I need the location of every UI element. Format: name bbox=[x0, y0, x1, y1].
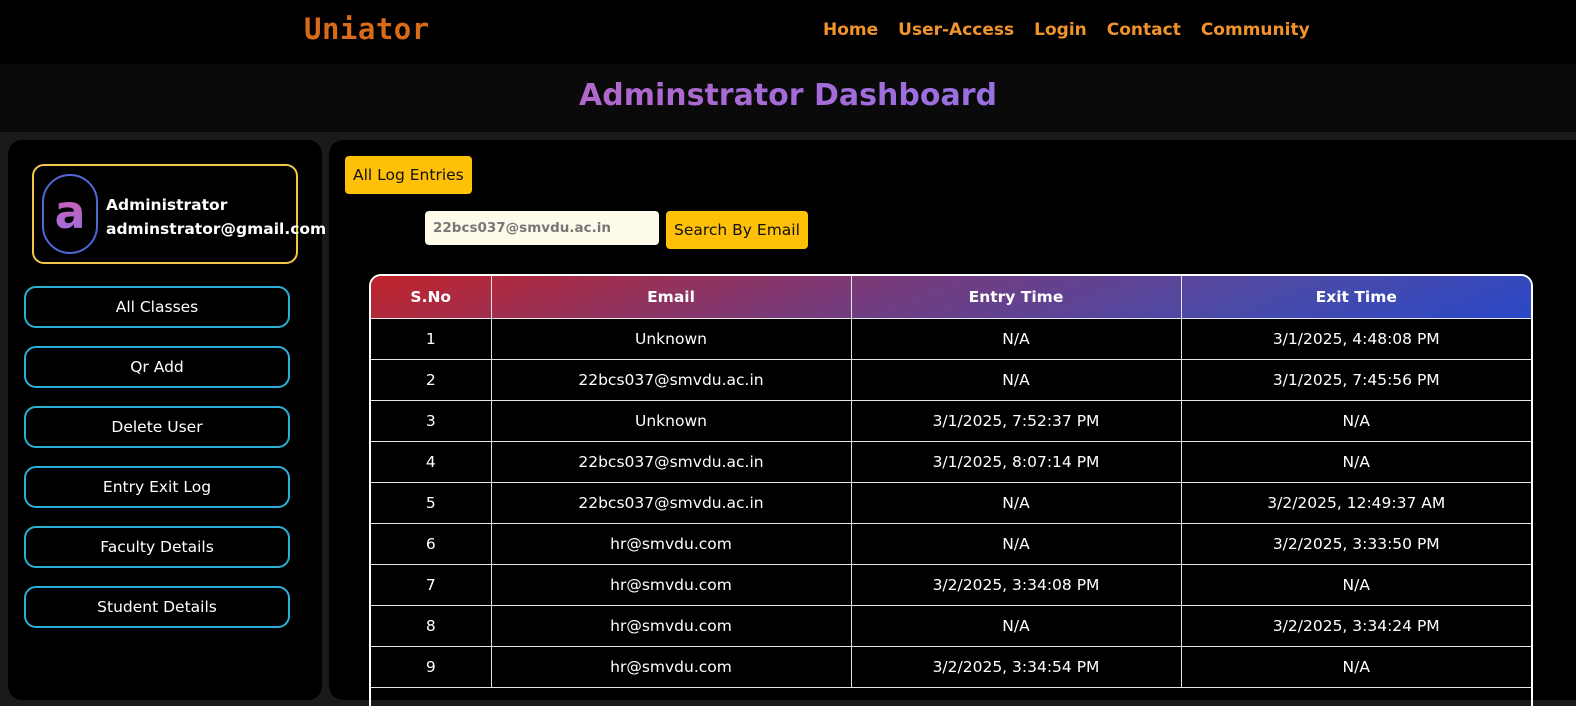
table-header-row: S.No Email Entry Time Exit Time bbox=[371, 276, 1531, 319]
profile-name: Administrator bbox=[106, 196, 228, 214]
cell-sno: 7 bbox=[371, 564, 492, 606]
cell-entry-time: N/A bbox=[851, 605, 1182, 647]
faculty-details-button[interactable]: Faculty Details bbox=[24, 526, 290, 568]
log-table: S.No Email Entry Time Exit Time 1 Unknown… bbox=[371, 276, 1531, 688]
table-row: 2 22bcs037@smvdu.ac.in N/A 3/1/2025, 7:45:5… bbox=[371, 359, 1531, 401]
all-log-entries-button[interactable]: All Log Entries bbox=[345, 156, 472, 194]
cell-exit-time: 3/1/2025, 7:45:56 PM bbox=[1181, 359, 1531, 401]
cell-sno: 3 bbox=[371, 400, 492, 442]
all-classes-button[interactable]: All Classes bbox=[24, 286, 290, 328]
table-row: 1 Unknown N/A 3/1/2025, 4:48:08 PM bbox=[371, 318, 1531, 360]
column-header-entry-time: Entry Time bbox=[851, 276, 1182, 319]
nav-link-community[interactable]: Community bbox=[1201, 20, 1310, 40]
cell-entry-time: N/A bbox=[851, 359, 1182, 401]
cell-exit-time: N/A bbox=[1181, 646, 1531, 688]
column-header-sno: S.No bbox=[371, 276, 492, 319]
cell-entry-time: N/A bbox=[851, 318, 1182, 360]
cell-entry-time: N/A bbox=[851, 482, 1182, 524]
column-header-exit-time: Exit Time bbox=[1181, 276, 1531, 319]
cell-sno: 5 bbox=[371, 482, 492, 524]
avatar: a bbox=[42, 174, 98, 254]
cell-entry-time: N/A bbox=[851, 523, 1182, 565]
cell-email: Unknown bbox=[491, 400, 852, 442]
profile-card: a Administrator adminstrator@gmail.com bbox=[32, 164, 326, 264]
cell-sno: 2 bbox=[371, 359, 492, 401]
cell-sno: 1 bbox=[371, 318, 492, 360]
cell-exit-time: 3/2/2025, 3:34:24 PM bbox=[1181, 605, 1531, 647]
brand-logo[interactable]: Uniator bbox=[304, 12, 430, 46]
cell-entry-time: 3/1/2025, 7:52:37 PM bbox=[851, 400, 1182, 442]
table-row: 4 22bcs037@smvdu.ac.in 3/1/2025, 8:07:14 P… bbox=[371, 441, 1531, 483]
cell-email: hr@smvdu.com bbox=[491, 564, 852, 606]
profile-email: adminstrator@gmail.com bbox=[106, 220, 327, 238]
cell-sno: 9 bbox=[371, 646, 492, 688]
title-bar: Adminstrator Dashboard bbox=[0, 64, 1576, 132]
cell-exit-time: 3/2/2025, 12:49:37 AM bbox=[1181, 482, 1531, 524]
cell-sno: 4 bbox=[371, 441, 492, 483]
log-table-container: S.No Email Entry Time Exit Time 1 Unknown… bbox=[369, 274, 1533, 706]
cell-exit-time: N/A bbox=[1181, 400, 1531, 442]
cell-email: 22bcs037@smvdu.ac.in bbox=[491, 359, 852, 401]
cell-email: hr@smvdu.com bbox=[491, 646, 852, 688]
nav-link-login[interactable]: Login bbox=[1034, 20, 1087, 40]
nav-link-home[interactable]: Home bbox=[823, 20, 878, 40]
table-row: 8 hr@smvdu.com N/A 3/2/2025, 3:34:24 PM bbox=[371, 605, 1531, 647]
cell-email: hr@smvdu.com bbox=[491, 523, 852, 565]
student-details-button[interactable]: Student Details bbox=[24, 586, 290, 628]
nav-link-user-access[interactable]: User-Access bbox=[898, 20, 1014, 40]
cell-exit-time: 3/1/2025, 4:48:08 PM bbox=[1181, 318, 1531, 360]
sidebar: a Administrator adminstrator@gmail.com A… bbox=[8, 140, 326, 700]
search-by-email-button[interactable]: Search By Email bbox=[666, 211, 808, 249]
delete-user-button[interactable]: Delete User bbox=[24, 406, 290, 448]
cell-sno: 8 bbox=[371, 605, 492, 647]
column-header-email: Email bbox=[491, 276, 852, 319]
cell-exit-time: 3/2/2025, 3:33:50 PM bbox=[1181, 523, 1531, 565]
top-navbar: Uniator Home User-Access Login Contact C… bbox=[0, 0, 1576, 64]
nav-link-contact[interactable]: Contact bbox=[1107, 20, 1181, 40]
entry-exit-log-button[interactable]: Entry Exit Log bbox=[24, 466, 290, 508]
cell-email: Unknown bbox=[491, 318, 852, 360]
cell-sno: 6 bbox=[371, 523, 492, 565]
cell-exit-time: N/A bbox=[1181, 441, 1531, 483]
table-row: 5 22bcs037@smvdu.ac.in N/A 3/2/2025, 12:49:… bbox=[371, 482, 1531, 524]
table-row: 9 hr@smvdu.com 3/2/2025, 3:34:54 PM N/A bbox=[371, 646, 1531, 688]
cell-exit-time: N/A bbox=[1181, 564, 1531, 606]
main-panel: All Log Entries Search By Email S.No Ema… bbox=[329, 140, 1576, 706]
cell-entry-time: 3/1/2025, 8:07:14 PM bbox=[851, 441, 1182, 483]
cell-entry-time: 3/2/2025, 3:34:08 PM bbox=[851, 564, 1182, 606]
table-row: 6 hr@smvdu.com N/A 3/2/2025, 3:33:50 PM bbox=[371, 523, 1531, 565]
avatar-letter: a bbox=[54, 185, 86, 239]
cell-email: 22bcs037@smvdu.ac.in bbox=[491, 441, 852, 483]
page-title: Adminstrator Dashboard bbox=[0, 78, 1576, 113]
cell-entry-time: 3/2/2025, 3:34:54 PM bbox=[851, 646, 1182, 688]
cell-email: 22bcs037@smvdu.ac.in bbox=[491, 482, 852, 524]
email-search-input[interactable] bbox=[425, 211, 659, 245]
table-row: 7 hr@smvdu.com 3/2/2025, 3:34:08 PM N/A bbox=[371, 564, 1531, 606]
nav-links: Home User-Access Login Contact Community bbox=[823, 20, 1310, 40]
table-row: 3 Unknown 3/1/2025, 7:52:37 PM N/A bbox=[371, 400, 1531, 442]
cell-email: hr@smvdu.com bbox=[491, 605, 852, 647]
qr-add-button[interactable]: Qr Add bbox=[24, 346, 290, 388]
